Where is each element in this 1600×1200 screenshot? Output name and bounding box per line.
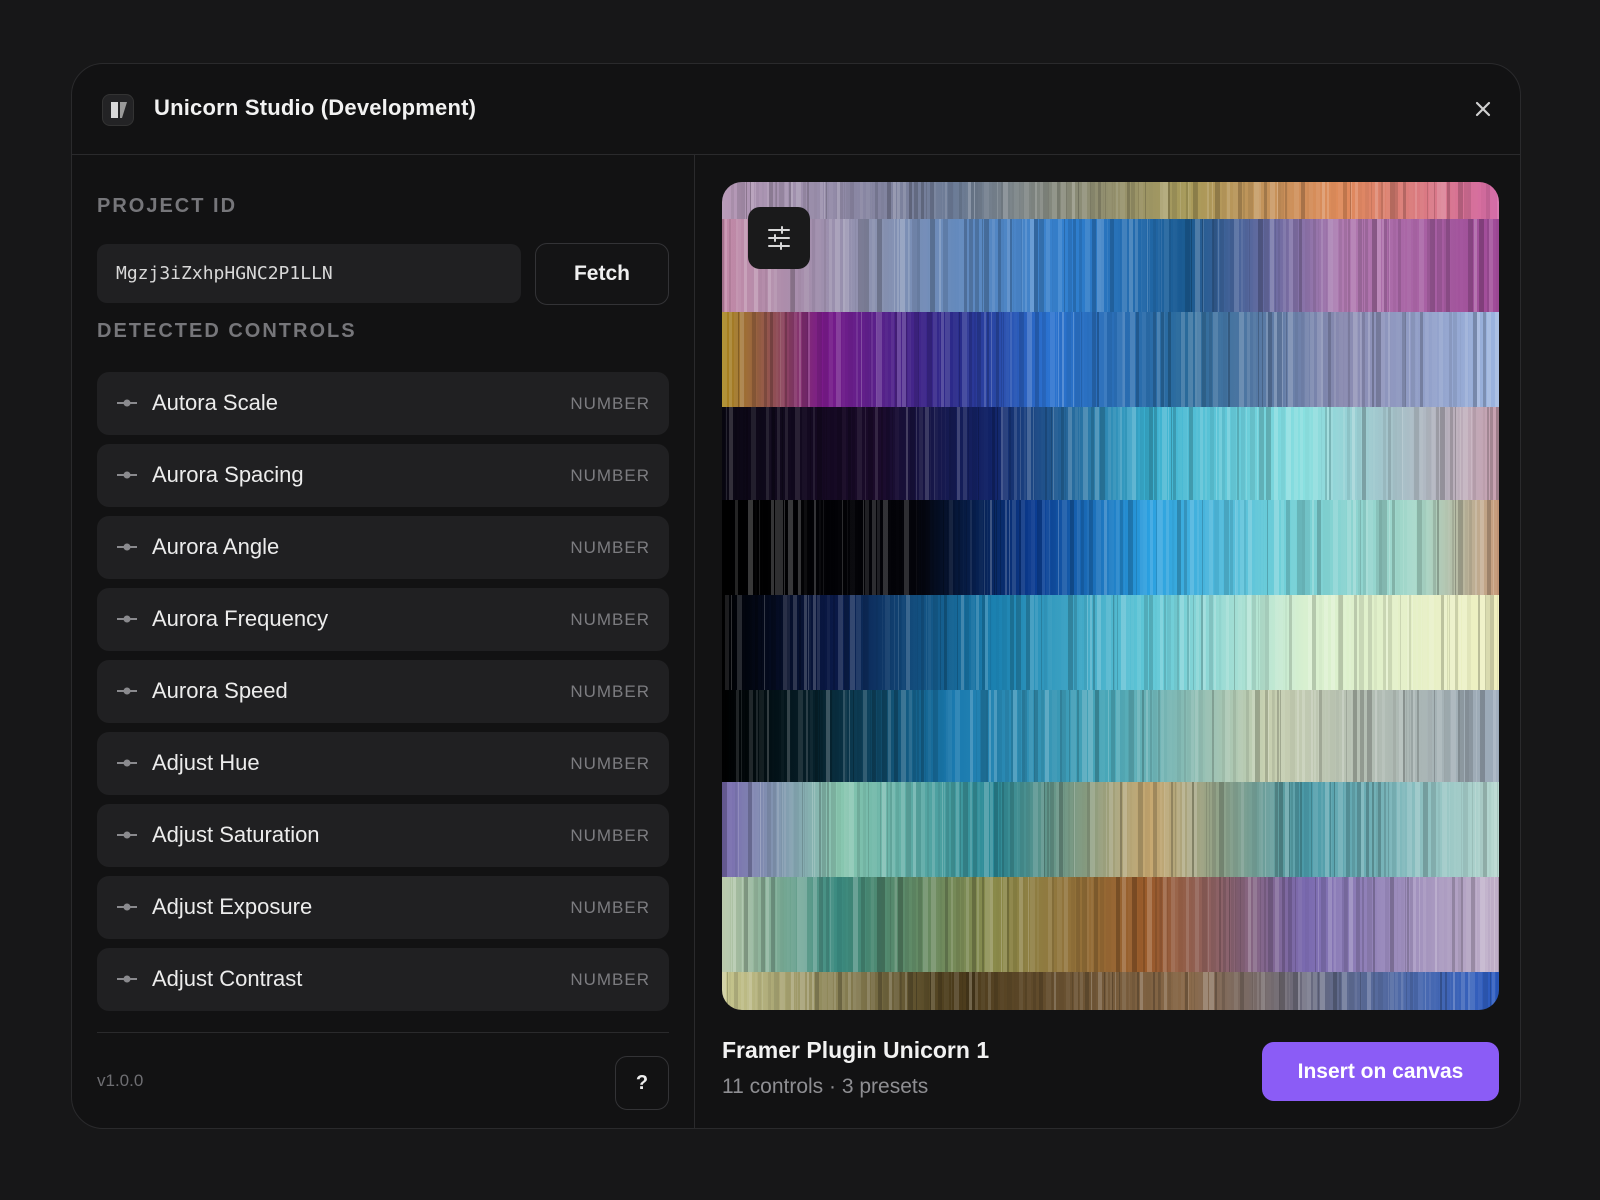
- footer-divider: [97, 1032, 669, 1033]
- version-label: v1.0.0: [97, 1071, 144, 1090]
- control-row[interactable]: Autora Scale NUMBER: [97, 372, 669, 435]
- slider-handle-icon: [117, 759, 137, 767]
- control-label: Aurora Spacing: [152, 462, 304, 487]
- control-row[interactable]: Aurora Angle NUMBER: [97, 516, 669, 579]
- plugin-window: Unicorn Studio (Development) PROJECT ID …: [71, 63, 1521, 1129]
- control-row[interactable]: Adjust Hue NUMBER: [97, 732, 669, 795]
- project-id-input[interactable]: [97, 244, 521, 303]
- control-label: Adjust Exposure: [152, 894, 313, 919]
- control-type: NUMBER: [570, 538, 650, 557]
- project-name: Framer Plugin Unicorn 1: [722, 1037, 990, 1063]
- control-label: Adjust Contrast: [152, 966, 303, 991]
- control-label: Adjust Hue: [152, 750, 260, 775]
- control-type: NUMBER: [570, 826, 650, 845]
- slider-handle-icon: [117, 543, 137, 551]
- control-label: Aurora Angle: [152, 534, 280, 559]
- insert-on-canvas-button[interactable]: Insert on canvas: [1262, 1042, 1499, 1101]
- preview-image: [722, 182, 1499, 1010]
- control-row[interactable]: Adjust Contrast NUMBER: [97, 948, 669, 1011]
- slider-handle-icon: [117, 831, 137, 839]
- slider-handle-icon: [117, 399, 137, 407]
- slider-handle-icon: [117, 687, 137, 695]
- control-row[interactable]: Aurora Speed NUMBER: [97, 660, 669, 723]
- control-type: NUMBER: [570, 898, 650, 917]
- slider-handle-icon: [117, 471, 137, 479]
- control-label: Aurora Speed: [152, 678, 288, 703]
- control-label: Autora Scale: [152, 390, 278, 415]
- slider-handle-icon: [117, 615, 137, 623]
- project-meta: 11 controls · 3 presets: [722, 1075, 929, 1098]
- close-icon[interactable]: [1468, 94, 1498, 124]
- sliders-icon[interactable]: [748, 207, 810, 269]
- unicorn-logo-icon: [102, 94, 134, 126]
- control-type: NUMBER: [570, 970, 650, 989]
- control-type: NUMBER: [570, 394, 650, 413]
- control-row[interactable]: Adjust Exposure NUMBER: [97, 876, 669, 939]
- fetch-button[interactable]: Fetch: [535, 243, 669, 305]
- controls-list[interactable]: Autora Scale NUMBER Aurora Spacing NUMBE…: [97, 372, 669, 1012]
- slider-handle-icon: [117, 903, 137, 911]
- aurora-preview-graphic: [722, 182, 1499, 1010]
- control-type: NUMBER: [570, 610, 650, 629]
- help-button[interactable]: ?: [615, 1056, 669, 1110]
- window-title: Unicorn Studio (Development): [154, 95, 477, 120]
- project-id-label: PROJECT ID: [97, 195, 238, 217]
- slider-handle-icon: [117, 975, 137, 983]
- control-type: NUMBER: [570, 754, 650, 773]
- control-label: Aurora Frequency: [152, 606, 329, 631]
- control-row[interactable]: Adjust Saturation NUMBER: [97, 804, 669, 867]
- title-bar: Unicorn Studio (Development): [72, 64, 1520, 155]
- detected-controls-label: DETECTED CONTROLS: [97, 320, 357, 342]
- control-row[interactable]: Aurora Frequency NUMBER: [97, 588, 669, 651]
- control-row[interactable]: Aurora Spacing NUMBER: [97, 444, 669, 507]
- panel-divider: [694, 155, 695, 1128]
- control-type: NUMBER: [570, 466, 650, 485]
- control-type: NUMBER: [570, 682, 650, 701]
- control-label: Adjust Saturation: [152, 822, 320, 847]
